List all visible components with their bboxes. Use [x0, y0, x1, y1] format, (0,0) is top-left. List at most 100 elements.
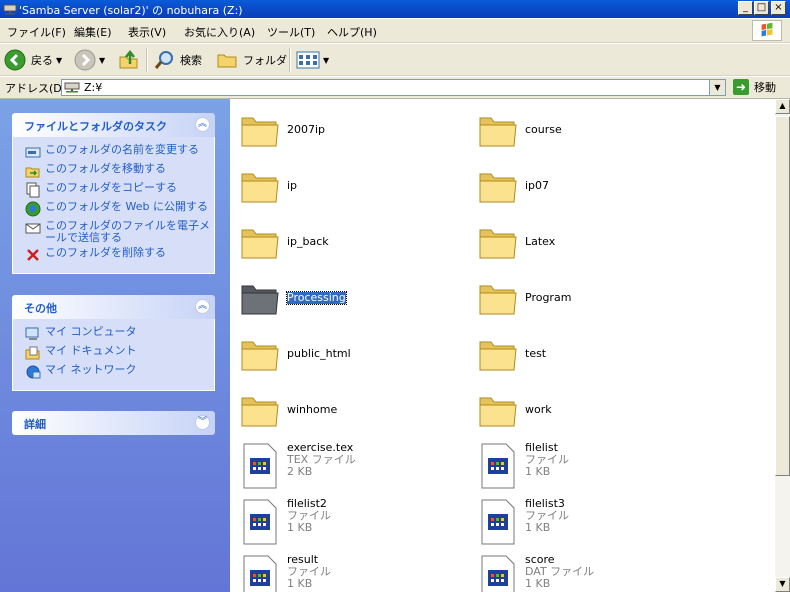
file-item[interactable]: exercise.tex TEX ファイル 2 KB — [240, 442, 356, 490]
folder-item[interactable]: test — [478, 336, 546, 376]
folder-icon — [241, 285, 279, 315]
menu-view[interactable]: 表示(V) — [128, 24, 166, 40]
folders-label: フォルダ — [243, 54, 287, 67]
other-places-panel: その他 ︽ マイ コンピュータ マイ ドキュメント マイ ネットワーク — [12, 295, 215, 391]
place-label: マイ コンピュータ — [45, 325, 137, 338]
place-my-computer[interactable]: マイ コンピュータ — [25, 326, 214, 342]
search-button[interactable]: 検索 — [153, 48, 202, 72]
my-documents-icon — [25, 346, 40, 360]
scroll-down-button[interactable]: ▼ — [775, 577, 790, 592]
folder-item[interactable]: work — [478, 392, 552, 432]
toolbar-separator — [146, 48, 148, 72]
task-move[interactable]: このフォルダを移動する — [25, 163, 214, 179]
file-name: Processing — [286, 291, 347, 305]
address-input[interactable]: Z:¥ ▼ — [61, 79, 726, 96]
folder-item-selected[interactable]: Processing — [240, 280, 347, 320]
menu-help[interactable]: ヘルプ(H) — [327, 24, 377, 40]
expand-icon[interactable]: ︾ — [195, 415, 210, 430]
folder-item[interactable]: public_html — [240, 336, 351, 376]
chevron-down-icon[interactable]: ▼ — [323, 56, 329, 65]
panel-header[interactable]: その他 ︽ — [12, 295, 215, 319]
file-item[interactable]: filelist3 ファイル 1 KB — [478, 498, 569, 546]
document-icon — [481, 443, 515, 489]
task-publish[interactable]: このフォルダを Web に公開する — [25, 201, 214, 217]
folder-item[interactable]: winhome — [240, 392, 337, 432]
title-bar[interactable]: 'Samba Server (solar2)' の nobuhara (Z:) … — [0, 0, 790, 18]
toolbar: 戻る ▼ ▼ 検索 フォルダ ▼ — [0, 44, 790, 76]
task-rename[interactable]: このフォルダの名前を変更する — [25, 144, 214, 160]
folder-item[interactable]: course — [478, 112, 562, 152]
file-item[interactable]: score DAT ファイル 1 KB — [478, 554, 594, 592]
search-label: 検索 — [180, 54, 202, 67]
task-label: このフォルダをコピーする — [45, 181, 177, 194]
folder-icon — [479, 173, 517, 203]
address-dropdown-icon[interactable]: ▼ — [709, 80, 725, 95]
up-folder-button[interactable] — [118, 48, 140, 72]
maximize-button[interactable]: □ — [754, 1, 769, 15]
network-drive-icon — [64, 82, 80, 93]
folder-icon — [241, 229, 279, 259]
toolbar-separator — [289, 48, 291, 72]
folder-item[interactable]: ip07 — [478, 168, 549, 208]
collapse-icon[interactable]: ︽ — [195, 117, 210, 132]
document-icon — [243, 499, 277, 545]
folder-item[interactable]: Latex — [478, 224, 555, 264]
panel-header[interactable]: 詳細 ︾ — [12, 411, 215, 435]
close-button[interactable]: × — [771, 1, 786, 15]
file-name: 2007ip — [287, 123, 326, 136]
folder-item[interactable]: ip — [240, 168, 297, 208]
file-size: 2 KB — [287, 465, 313, 478]
task-copy[interactable]: このフォルダをコピーする — [25, 182, 214, 198]
panel-title: その他 — [24, 302, 57, 315]
place-my-documents[interactable]: マイ ドキュメント — [25, 345, 214, 361]
folders-button[interactable]: フォルダ — [216, 48, 287, 72]
file-size: 1 KB — [525, 465, 551, 478]
views-button[interactable]: ▼ — [296, 48, 329, 72]
folder-icon — [241, 397, 279, 427]
folders-icon — [217, 54, 237, 68]
task-label: このフォルダを移動する — [45, 162, 166, 175]
minimize-button[interactable]: _ — [738, 1, 753, 15]
address-value: Z:¥ — [84, 81, 103, 94]
task-email[interactable]: このフォルダのファイルを電子メールで送信する — [25, 220, 214, 244]
address-bar: アドレス(D) Z:¥ ▼ ➜ 移動 — [0, 77, 790, 99]
file-name: ip_back — [287, 235, 329, 248]
delete-icon — [27, 249, 39, 261]
menu-favorites[interactable]: お気に入り(A) — [184, 24, 255, 40]
my-computer-icon — [25, 327, 39, 340]
document-icon — [481, 499, 515, 545]
back-arrow-icon — [4, 49, 26, 71]
file-name: course — [525, 123, 562, 136]
menu-edit[interactable]: 編集(E) — [74, 24, 112, 40]
collapse-icon[interactable]: ︽ — [195, 299, 210, 314]
folder-item[interactable]: ip_back — [240, 224, 329, 264]
panel-header[interactable]: ファイルとフォルダのタスク ︽ — [12, 113, 215, 137]
folder-item[interactable]: 2007ip — [240, 112, 325, 152]
file-name: test — [525, 347, 547, 360]
scroll-up-button[interactable]: ▲ — [775, 99, 790, 114]
task-label: このフォルダを Web に公開する — [45, 200, 208, 213]
place-my-network[interactable]: マイ ネットワーク — [25, 364, 214, 380]
vertical-scrollbar[interactable]: ▲ ▼ — [775, 99, 790, 592]
chevron-down-icon[interactable]: ▼ — [56, 56, 62, 65]
file-name: work — [525, 403, 552, 416]
folder-icon — [479, 285, 517, 315]
menu-file[interactable]: ファイル(F) — [7, 24, 66, 40]
menu-bar: ファイル(F) 編集(E) 表示(V) お気に入り(A) ツール(T) ヘルプ(… — [0, 19, 790, 43]
back-button[interactable]: 戻る ▼ — [4, 48, 62, 72]
menu-tools[interactable]: ツール(T) — [267, 24, 315, 40]
scroll-thumb[interactable] — [775, 116, 790, 476]
file-size: 1 KB — [287, 521, 313, 534]
address-label: アドレス(D) — [5, 82, 67, 95]
forward-button[interactable]: ▼ — [74, 48, 105, 72]
go-button[interactable]: ➜ 移動 — [733, 79, 776, 95]
folder-item[interactable]: Program — [478, 280, 571, 320]
chevron-down-icon[interactable]: ▼ — [99, 56, 105, 65]
file-item[interactable]: filelist2 ファイル 1 KB — [240, 498, 331, 546]
file-item[interactable]: filelist ファイル 1 KB — [478, 442, 569, 490]
file-size: 1 KB — [287, 577, 313, 590]
task-delete[interactable]: このフォルダを削除する — [25, 247, 214, 263]
rename-icon — [25, 147, 41, 158]
document-icon — [481, 555, 515, 592]
file-item[interactable]: result ファイル 1 KB — [240, 554, 331, 592]
